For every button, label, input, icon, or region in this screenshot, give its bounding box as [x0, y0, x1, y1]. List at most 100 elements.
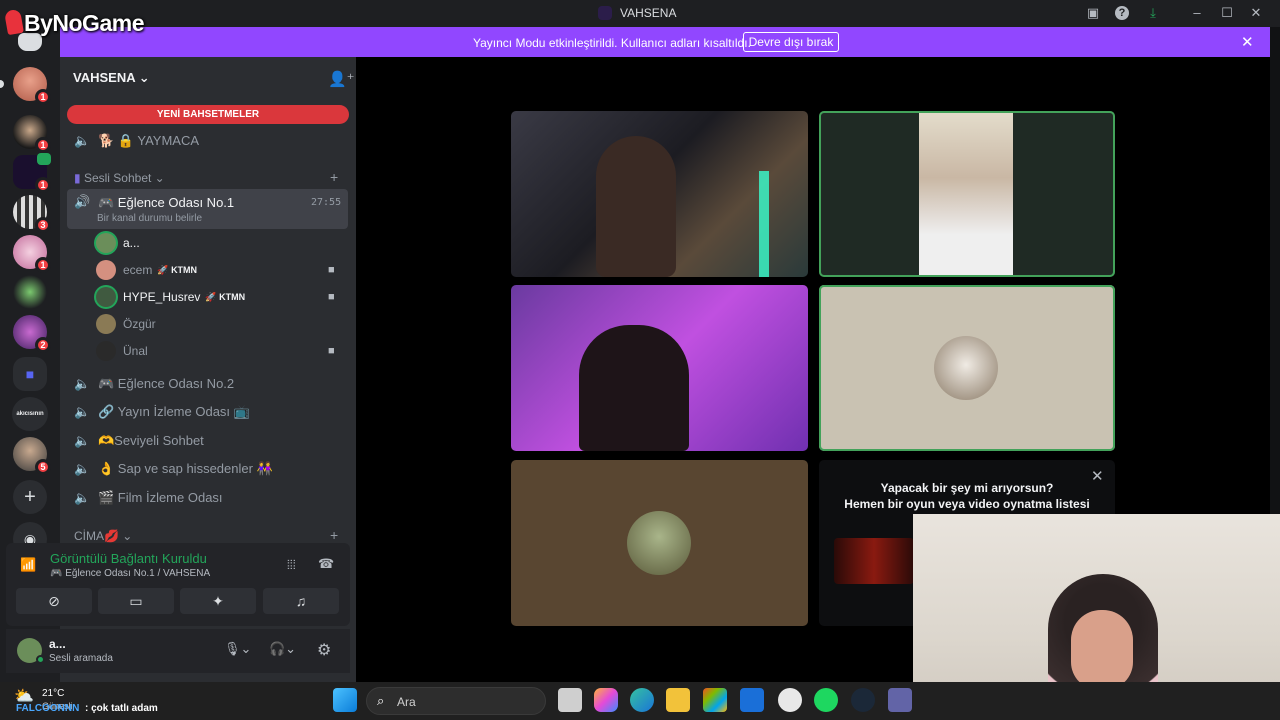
now-playing-user: FALCOONNN	[16, 703, 80, 714]
screen-share-icon: ▭	[129, 593, 143, 609]
category-header[interactable]: ▮ Sesli Sohbet ⌄	[74, 171, 165, 185]
activity-thumbnail[interactable]	[834, 538, 914, 584]
category-label: CİMA💋	[74, 529, 119, 543]
channel-item[interactable]: 🔈 🫶Seviyeli Sohbet	[74, 430, 204, 452]
voice-user[interactable]: Ünal	[96, 340, 148, 362]
hint-line2: Hemen bir oyun veya video oynatma listes…	[844, 497, 1090, 511]
add-server-icon[interactable]: +	[13, 480, 47, 514]
channel-item[interactable]: 🔈 👌 Sap ve sap hissedenler 👭	[74, 458, 273, 480]
store-icon[interactable]	[703, 688, 727, 712]
add-channel-icon[interactable]: +	[330, 169, 338, 185]
maximize-icon[interactable]: ☐	[1219, 5, 1235, 21]
voice-status[interactable]: Görüntülü Bağlantı Kuruldu	[50, 551, 207, 566]
server-icon[interactable]: 1	[0, 67, 51, 105]
avatar	[96, 341, 116, 361]
voice-user[interactable]: ecem 🚀 KTMN	[96, 259, 197, 281]
download-icon[interactable]: ⤓	[1145, 5, 1161, 21]
signal-icon[interactable]: 📶	[20, 557, 36, 573]
channel-label: 🎮 Eğlence Odası No.2	[98, 376, 235, 391]
server-icon[interactable]: 2	[13, 315, 51, 353]
speaker-icon: 🔈	[74, 133, 91, 148]
video-tile-speaking[interactable]	[819, 285, 1115, 451]
participant-video	[919, 113, 1013, 275]
speaker-icon: 🔈	[74, 461, 91, 476]
activities-icon: ✦	[212, 593, 224, 609]
active-channel-name: 🎮 Eğlence Odası No.1	[98, 195, 235, 210]
add-channel-icon[interactable]: +	[330, 527, 338, 543]
folder-icon[interactable]: ■	[13, 357, 47, 391]
notification-badge: 1	[35, 257, 51, 273]
close-icon[interactable]: ✕	[1091, 467, 1104, 485]
notification-badge: 1	[35, 177, 51, 193]
server-name-icon[interactable]: akıcısının	[12, 397, 48, 431]
channel-status[interactable]: Bir kanal durumu belirle	[97, 213, 202, 224]
headset-icon[interactable]: 🎧⌄	[269, 641, 296, 657]
participant-avatar	[934, 336, 998, 400]
steam-icon[interactable]	[851, 688, 875, 712]
soundboard-button[interactable]: ♫	[263, 588, 339, 614]
gear-icon[interactable]: ⚙	[317, 640, 331, 660]
close-window-icon[interactable]: ✕	[1248, 5, 1264, 21]
server-icon[interactable]: 1	[13, 115, 51, 153]
add-friend-icon[interactable]: 👤⁺	[328, 70, 355, 88]
user-name: Ünal	[123, 344, 148, 358]
notification-badge: 1	[35, 89, 51, 105]
chrome-icon[interactable]	[778, 688, 802, 712]
spotify-icon[interactable]	[814, 688, 838, 712]
user-status: Sesli aramada	[49, 653, 113, 664]
voice-user[interactable]: Özgür	[96, 313, 156, 335]
tag-text: KTMN	[171, 264, 198, 275]
category-header[interactable]: CİMA💋 ⌄	[74, 529, 132, 543]
participant-avatar	[627, 511, 691, 575]
avatar	[96, 287, 116, 307]
notification-badge: 2	[35, 337, 51, 353]
category-icon: ▮	[74, 171, 81, 185]
screen-share-button[interactable]: ▭	[98, 588, 174, 614]
video-tile[interactable]	[511, 285, 808, 451]
server-icon[interactable]: 3	[13, 195, 51, 233]
user-name: a...	[123, 236, 140, 250]
speaker-active-icon: 🔊	[74, 194, 91, 209]
server-icon[interactable]	[13, 275, 47, 309]
now-playing-message: çok tatlı adam	[91, 703, 158, 714]
notification-badge: 1	[35, 137, 51, 153]
voice-user[interactable]: a...	[96, 232, 140, 254]
voice-user[interactable]: HYPE_Husrev 🚀 KTMN	[96, 286, 245, 308]
minimize-icon[interactable]: –	[1189, 5, 1205, 21]
camera-toggle-button[interactable]: ⊘	[16, 588, 92, 614]
activities-button[interactable]: ✦	[180, 588, 256, 614]
channel-item[interactable]: 🔈 🎮 Eğlence Odası No.2	[74, 373, 234, 395]
disable-streamer-mode-button[interactable]: Devre dışı bırak	[743, 32, 839, 52]
new-mentions-pill[interactable]: YENİ BAHSETMELER	[67, 105, 349, 124]
avatar	[96, 314, 116, 334]
teams-icon[interactable]	[888, 688, 912, 712]
edge-icon[interactable]	[630, 688, 654, 712]
file-explorer-icon[interactable]	[666, 688, 690, 712]
channel-item[interactable]: 🔈 🔗 Yayın İzleme Odası 📺	[74, 401, 250, 423]
banner-text: Yayıncı Modu etkinleştirildi. Kullanıcı …	[473, 36, 751, 50]
taskbar-search[interactable]: ⌕ Ara	[366, 687, 546, 715]
help-icon[interactable]: ?	[1115, 6, 1129, 20]
server-icon[interactable]: 1	[13, 235, 51, 273]
windows-start-icon[interactable]	[333, 688, 357, 712]
logo-mark-icon	[4, 8, 24, 36]
inbox-icon[interactable]: ▣	[1085, 5, 1101, 21]
banner-close-icon[interactable]: ✕	[1241, 33, 1254, 51]
server-icon[interactable]: 5	[13, 437, 51, 475]
copilot-icon[interactable]	[594, 688, 618, 712]
video-tile[interactable]	[511, 111, 808, 277]
noise-suppression-icon[interactable]: ⦙⦙⦙	[287, 557, 296, 573]
weather-temp[interactable]: 21°C	[42, 688, 64, 699]
server-icon[interactable]: 1	[13, 153, 51, 193]
channel-item[interactable]: 🔈 🎬 Film İzleme Odası	[74, 487, 223, 509]
mic-icon[interactable]: 🎙⌄	[224, 641, 251, 657]
search-icon: ⌕	[377, 693, 385, 708]
mail-icon[interactable]	[740, 688, 764, 712]
task-view-icon[interactable]	[558, 688, 582, 712]
video-tile[interactable]	[511, 460, 808, 626]
video-tile-speaking[interactable]	[819, 111, 1115, 277]
server-name-header[interactable]: VAHSENA ⌄	[73, 70, 150, 86]
channel-item[interactable]: 🔈 🐕 🔒 YAYMACA	[74, 130, 199, 152]
voice-channel-path[interactable]: 🎮 Eğlence Odası No.1 / VAHSENA	[50, 568, 210, 579]
hangup-icon[interactable]: ☎	[318, 556, 334, 572]
